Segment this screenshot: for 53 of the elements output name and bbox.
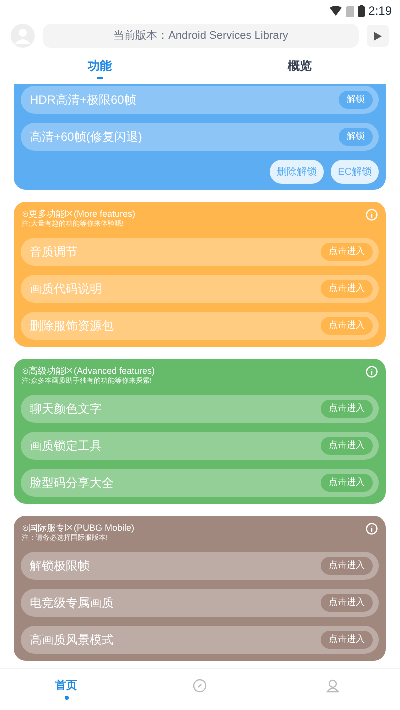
row-label: 脸型码分享大全 [30, 475, 114, 492]
row-label: 聊天颜色文字 [30, 401, 102, 418]
compass-icon[interactable] [192, 679, 207, 693]
no-sim-icon [346, 6, 354, 16]
enter-button[interactable]: 点击进入 [321, 437, 373, 455]
row-label: 画质代码说明 [30, 281, 102, 298]
section-title: ⊙高级功能区(Advanced features) [22, 365, 156, 377]
row-label: 高清+60帧(修复闪退) [30, 129, 142, 146]
action-button[interactable]: 删除解锁 [270, 160, 324, 184]
section-title: ⊙国际服专区(PUBG Mobile) [22, 522, 135, 534]
profile-icon[interactable] [326, 679, 340, 693]
enter-button[interactable]: 点击进入 [321, 400, 373, 418]
wifi-icon [330, 6, 342, 16]
version-field: 当前版本：Android Services Library [43, 24, 359, 48]
row-label: 画质锁定工具 [30, 438, 102, 455]
row-label: 解锁极限帧 [30, 558, 90, 575]
tab[interactable]: 功能 [0, 52, 200, 84]
play-button[interactable] [367, 25, 389, 47]
row-label: 音质调节 [30, 244, 78, 261]
enter-button[interactable]: 点击进入 [321, 557, 373, 575]
feature-row[interactable]: 音质调节 点击进入 [21, 238, 379, 266]
feature-row[interactable]: 高清+60帧(修复闪退) 解锁 [21, 123, 379, 151]
info-icon[interactable] [366, 366, 378, 378]
feature-row[interactable]: 画质代码说明 点击进入 [21, 275, 379, 303]
nav-tab[interactable]: 首页 [0, 669, 134, 710]
feature-row[interactable]: 脸型码分享大全 点击进入 [21, 469, 379, 497]
row-label: HDR高清+极限60帧 [30, 92, 136, 109]
clock: 2:19 [368, 3, 392, 20]
feature-row[interactable]: 聊天颜色文字 点击进入 [21, 395, 379, 423]
enter-button[interactable]: 点击进入 [321, 317, 373, 335]
enter-button[interactable]: 点击进入 [321, 631, 373, 649]
info-icon[interactable] [366, 523, 378, 535]
enter-button[interactable]: 解锁 [339, 91, 373, 109]
feature-row[interactable]: 高画质风景模式 点击进入 [21, 626, 379, 654]
feature-row[interactable]: 画质锁定工具 点击进入 [21, 432, 379, 460]
row-label: 电竞级专属画质 [30, 595, 114, 612]
tab[interactable]: 概览 [200, 52, 400, 84]
section-title: ⊙更多功能区(More features) [22, 208, 136, 220]
row-label: 删除服饰资源包 [30, 318, 114, 335]
action-button[interactable]: EC解锁 [331, 160, 379, 184]
enter-button[interactable]: 点击进入 [321, 243, 373, 261]
feature-row[interactable]: HDR高清+极限60帧 解锁 [21, 86, 379, 114]
info-icon[interactable] [366, 209, 378, 221]
enter-button[interactable]: 点击进入 [321, 280, 373, 298]
feature-row[interactable]: 删除服饰资源包 点击进入 [21, 312, 379, 340]
enter-button[interactable]: 解锁 [339, 128, 373, 146]
enter-button[interactable]: 点击进入 [321, 594, 373, 612]
battery-icon [358, 5, 365, 17]
play-icon [374, 32, 382, 40]
row-label: 高画质风景模式 [30, 632, 114, 649]
enter-button[interactable]: 点击进入 [321, 474, 373, 492]
feature-row[interactable]: 电竞级专属画质 点击进入 [21, 589, 379, 617]
feature-row[interactable]: 解锁极限帧 点击进入 [21, 552, 379, 580]
